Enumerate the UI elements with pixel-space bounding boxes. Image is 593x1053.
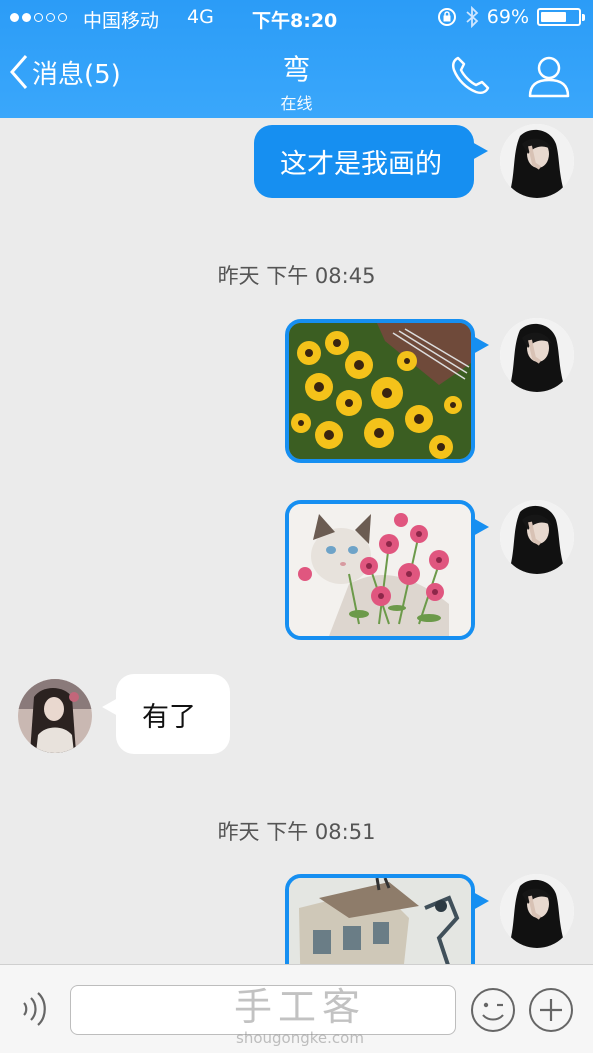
battery-icon: [537, 8, 585, 26]
chat-title: 弯: [282, 53, 311, 86]
avatar-self[interactable]: [500, 318, 574, 392]
nav-bar: 消息(5) 弯 在线: [0, 38, 593, 118]
input-bar: [0, 964, 593, 1053]
building-sketch-image: [289, 878, 471, 964]
image-bubble-sketch[interactable]: [285, 874, 475, 964]
online-status: 在线: [280, 94, 313, 113]
avatar-self[interactable]: [500, 124, 574, 198]
avatar-self-image: [500, 874, 574, 948]
message-bubble[interactable]: 这才是我画的: [254, 125, 474, 198]
avatar-contact[interactable]: [18, 679, 92, 753]
bluetooth-icon: [466, 6, 479, 28]
status-time: 下午8:20: [252, 10, 338, 32]
timestamp: 昨天 下午 08:51: [217, 820, 376, 844]
avatar-contact-image: [18, 679, 92, 753]
image-bubble-flowers[interactable]: [285, 319, 475, 463]
cat-flowers-painting-image: [289, 504, 471, 636]
voice-input-button[interactable]: [16, 989, 54, 1029]
timestamp: 昨天 下午 08:45: [217, 264, 376, 288]
avatar-self[interactable]: [500, 500, 574, 574]
sunflower-painting-image: [289, 323, 471, 459]
network-type: 4G: [187, 6, 214, 28]
message-text: 这才是我画的: [280, 149, 442, 180]
image-bubble-cat[interactable]: [285, 500, 475, 640]
phone-call-button[interactable]: [446, 52, 496, 100]
emoji-button[interactable]: [470, 987, 516, 1033]
status-bar: 中国移动 4G 下午8:20 69%: [0, 0, 593, 38]
avatar-self-image: [500, 318, 574, 392]
message-bubble[interactable]: 有了: [116, 674, 230, 754]
carrier-name: 中国移动: [83, 10, 160, 32]
message-text: 有了: [142, 701, 196, 733]
contact-profile-button[interactable]: [524, 52, 574, 100]
chat-messages[interactable]: 这才是我画的 昨天 下午 08:45 有了 昨天 下午 08:51: [0, 118, 593, 964]
avatar-self-image: [500, 124, 574, 198]
avatar-self-image: [500, 500, 574, 574]
avatar-self[interactable]: [500, 874, 574, 948]
battery-percent: 69%: [486, 6, 529, 28]
message-input[interactable]: [70, 985, 456, 1035]
rotation-lock-icon: [437, 8, 456, 26]
top-header: 中国移动 4G 下午8:20 69% 消息(5) 弯 在线: [0, 0, 593, 118]
more-options-button[interactable]: [528, 987, 574, 1033]
signal-strength-icon: [10, 13, 67, 22]
